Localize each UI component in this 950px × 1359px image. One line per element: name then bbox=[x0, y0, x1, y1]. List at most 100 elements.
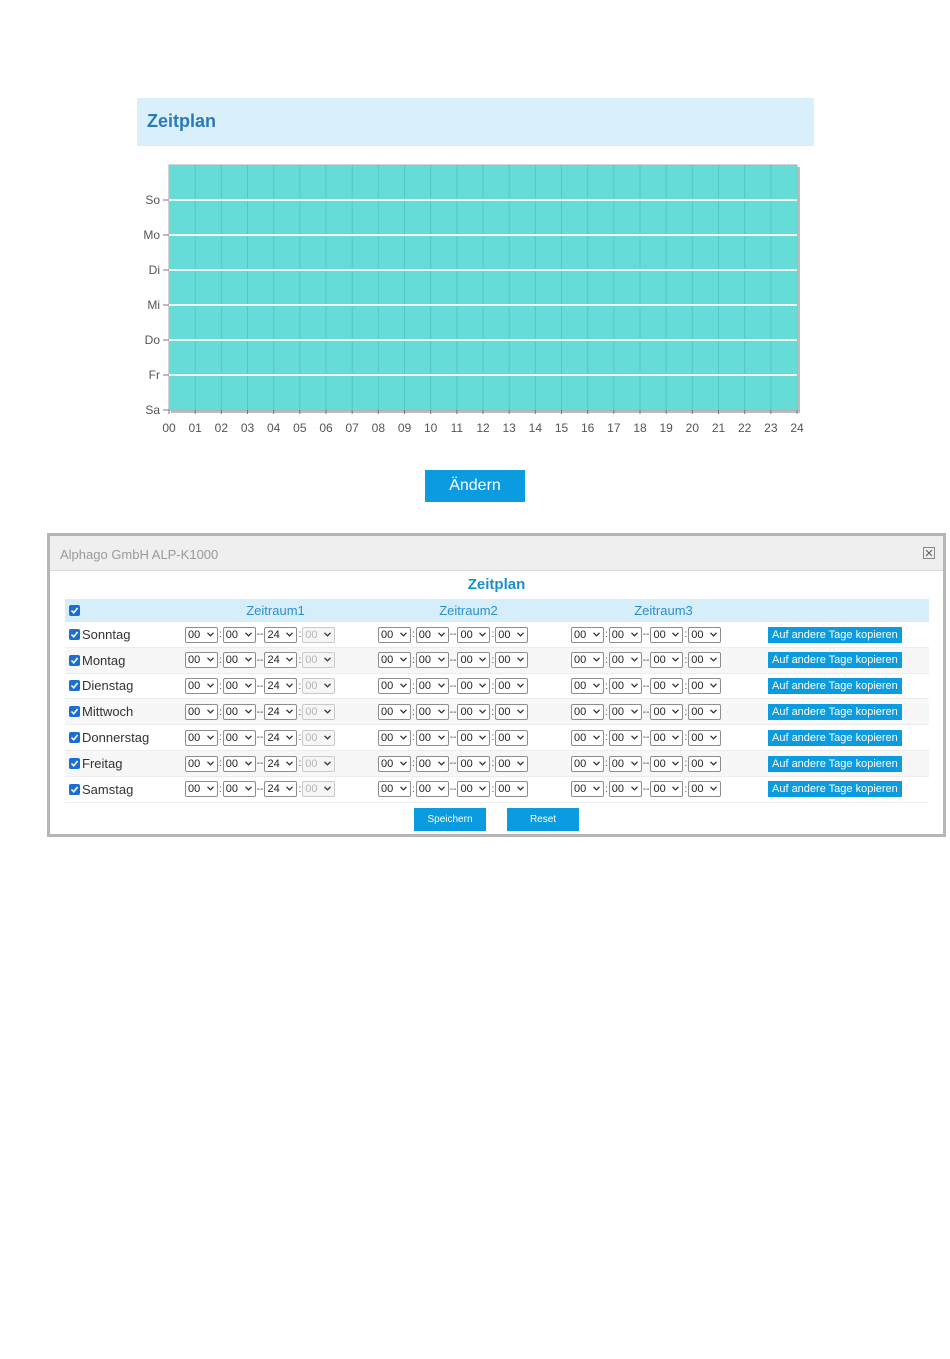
time-select[interactable]: 00 bbox=[688, 729, 722, 746]
time-select[interactable]: 00 bbox=[688, 781, 722, 798]
change-button[interactable]: Ändern bbox=[425, 470, 525, 502]
time-select[interactable]: 00 bbox=[650, 652, 684, 669]
time-select[interactable]: 00 bbox=[571, 652, 604, 669]
time-select[interactable]: 00 bbox=[378, 729, 411, 746]
time-select[interactable]: 00 bbox=[457, 652, 491, 669]
time-select[interactable]: 00 bbox=[688, 652, 722, 669]
time-select[interactable]: 00 bbox=[608, 781, 642, 798]
time-select[interactable]: 00 bbox=[415, 652, 449, 669]
time-select[interactable]: 24 bbox=[264, 678, 298, 695]
day-checkbox[interactable] bbox=[69, 654, 80, 666]
time-select[interactable]: 00 bbox=[378, 781, 411, 798]
time-select[interactable]: 00 bbox=[222, 781, 256, 798]
day-checkbox[interactable] bbox=[69, 757, 80, 769]
time-select[interactable]: 00 bbox=[495, 678, 529, 695]
time-select[interactable]: 00 bbox=[378, 652, 411, 669]
time-select[interactable]: 00 bbox=[457, 626, 491, 643]
time-select[interactable]: 24 bbox=[264, 729, 298, 746]
copy-to-other-days-button[interactable]: Auf andere Tage kopieren bbox=[768, 678, 902, 695]
time-select[interactable]: 00 bbox=[457, 781, 491, 798]
time-select[interactable]: 00 bbox=[457, 678, 491, 695]
time-select[interactable]: 00 bbox=[650, 626, 684, 643]
time-select[interactable]: 00 bbox=[185, 652, 218, 669]
time-select[interactable]: 00 bbox=[457, 704, 491, 721]
time-select[interactable]: 00 bbox=[185, 678, 218, 695]
day-checkbox[interactable] bbox=[69, 706, 80, 718]
time-select[interactable]: 00 bbox=[571, 678, 604, 695]
time-select[interactable]: 00 bbox=[688, 704, 722, 721]
time-select[interactable]: 24 bbox=[264, 626, 298, 643]
time-select[interactable]: 00 bbox=[571, 755, 604, 772]
time-select[interactable]: 00 bbox=[457, 755, 491, 772]
time-select[interactable]: 00 bbox=[608, 729, 642, 746]
time-select[interactable]: 00 bbox=[302, 755, 336, 772]
time-select[interactable]: 00 bbox=[222, 704, 256, 721]
copy-to-other-days-button[interactable]: Auf andere Tage kopieren bbox=[768, 704, 902, 721]
time-select[interactable]: 00 bbox=[302, 678, 336, 695]
time-select[interactable]: 00 bbox=[650, 755, 684, 772]
time-select[interactable]: 00 bbox=[608, 755, 642, 772]
time-select[interactable]: 00 bbox=[185, 755, 218, 772]
time-select[interactable]: 00 bbox=[302, 729, 336, 746]
copy-to-other-days-button[interactable]: Auf andere Tage kopieren bbox=[768, 652, 902, 669]
day-checkbox[interactable] bbox=[69, 732, 80, 744]
time-select[interactable]: 00 bbox=[571, 626, 604, 643]
time-select[interactable]: 00 bbox=[457, 729, 491, 746]
time-select[interactable]: 00 bbox=[608, 626, 642, 643]
time-select[interactable]: 00 bbox=[415, 755, 449, 772]
time-select[interactable]: 00 bbox=[495, 626, 529, 643]
time-select[interactable]: 00 bbox=[222, 729, 256, 746]
time-select[interactable]: 00 bbox=[185, 704, 218, 721]
copy-to-other-days-button[interactable]: Auf andere Tage kopieren bbox=[768, 781, 902, 798]
time-select[interactable]: 00 bbox=[185, 729, 218, 746]
time-select[interactable]: 00 bbox=[185, 781, 218, 798]
copy-to-other-days-button[interactable]: Auf andere Tage kopieren bbox=[768, 626, 902, 643]
time-select[interactable]: 00 bbox=[222, 755, 256, 772]
time-select[interactable]: 00 bbox=[608, 678, 642, 695]
time-select[interactable]: 00 bbox=[688, 755, 722, 772]
copy-to-other-days-button[interactable]: Auf andere Tage kopieren bbox=[768, 729, 902, 746]
time-select[interactable]: 00 bbox=[378, 626, 411, 643]
time-select[interactable]: 00 bbox=[495, 755, 529, 772]
close-icon[interactable] bbox=[923, 547, 935, 559]
time-select[interactable]: 00 bbox=[608, 652, 642, 669]
time-select[interactable]: 24 bbox=[264, 652, 298, 669]
copy-to-other-days-button[interactable]: Auf andere Tage kopieren bbox=[768, 755, 902, 772]
day-checkbox[interactable] bbox=[69, 628, 80, 640]
time-select[interactable]: 00 bbox=[650, 781, 684, 798]
time-select[interactable]: 00 bbox=[608, 704, 642, 721]
time-select[interactable]: 00 bbox=[688, 626, 722, 643]
time-select[interactable]: 00 bbox=[415, 704, 449, 721]
time-select[interactable]: 00 bbox=[495, 781, 529, 798]
time-select[interactable]: 00 bbox=[302, 652, 336, 669]
time-select[interactable]: 00 bbox=[650, 729, 684, 746]
time-select[interactable]: 00 bbox=[302, 704, 336, 721]
time-select[interactable]: 00 bbox=[495, 704, 529, 721]
time-select[interactable]: 00 bbox=[571, 704, 604, 721]
day-checkbox[interactable] bbox=[69, 783, 80, 795]
time-select[interactable]: 24 bbox=[264, 781, 298, 798]
time-select[interactable]: 24 bbox=[264, 704, 298, 721]
time-select[interactable]: 00 bbox=[378, 755, 411, 772]
time-select[interactable]: 00 bbox=[415, 626, 449, 643]
time-select[interactable]: 00 bbox=[222, 626, 256, 643]
time-select[interactable]: 00 bbox=[415, 678, 449, 695]
time-select[interactable]: 24 bbox=[264, 755, 298, 772]
time-select[interactable]: 00 bbox=[495, 729, 529, 746]
time-select[interactable]: 00 bbox=[378, 704, 411, 721]
time-select[interactable]: 00 bbox=[688, 678, 722, 695]
time-select[interactable]: 00 bbox=[222, 652, 256, 669]
time-select[interactable]: 00 bbox=[571, 729, 604, 746]
time-select[interactable]: 00 bbox=[302, 781, 336, 798]
time-select[interactable]: 00 bbox=[650, 678, 684, 695]
select-all-checkbox[interactable] bbox=[69, 605, 80, 616]
time-select[interactable]: 00 bbox=[650, 704, 684, 721]
time-select[interactable]: 00 bbox=[415, 781, 449, 798]
save-button[interactable]: Speichern bbox=[414, 808, 486, 831]
day-checkbox[interactable] bbox=[69, 680, 80, 692]
time-select[interactable]: 00 bbox=[415, 729, 449, 746]
reset-button[interactable]: Reset bbox=[507, 808, 579, 831]
time-select[interactable]: 00 bbox=[378, 678, 411, 695]
time-select[interactable]: 00 bbox=[302, 626, 336, 643]
time-select[interactable]: 00 bbox=[222, 678, 256, 695]
